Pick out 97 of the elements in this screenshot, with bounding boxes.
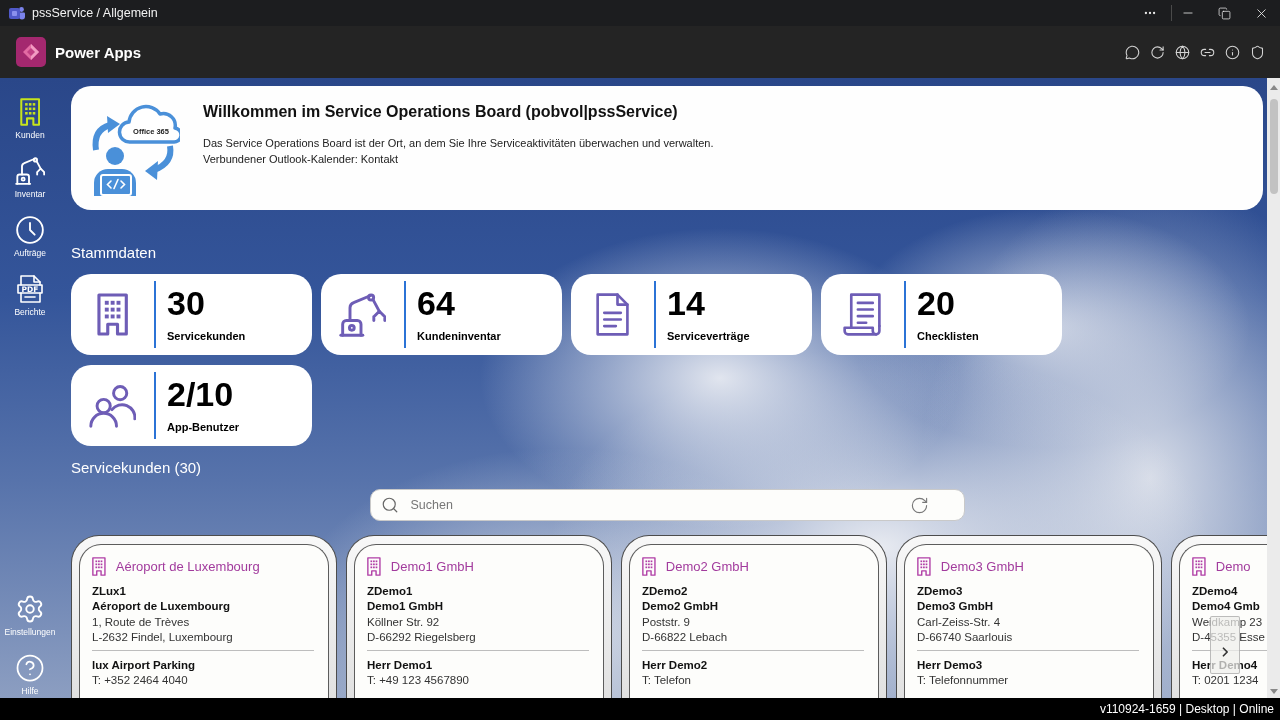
sidebar-item[interactable]: Aufträge xyxy=(13,215,47,258)
welcome-text: Das Service Operations Board ist der Ort, an dem Sie Ihre Serviceaktivitäten überwachen und verwalten. xyxy=(203,136,714,151)
phone-number: T: 0201 1234 xyxy=(1192,673,1259,689)
chat-icon[interactable] xyxy=(1125,44,1140,60)
city-address: D-45355 Esse xyxy=(1192,629,1265,645)
customer-code: ZDemo3 xyxy=(917,584,963,599)
stat-tile[interactable]: 30 Servicekunden xyxy=(71,274,312,355)
building-icon xyxy=(917,556,931,576)
company-name: Demo4 Gmb xyxy=(1192,599,1260,615)
window-app-icon xyxy=(9,6,25,20)
globe-icon[interactable] xyxy=(1175,44,1190,60)
building-icon xyxy=(367,556,381,576)
info-icon[interactable] xyxy=(1225,44,1240,60)
customer-code: ZDemo2 xyxy=(642,584,688,599)
scroll-down-icon[interactable] xyxy=(1269,689,1278,694)
search-field[interactable]: Suchen xyxy=(369,489,965,521)
welcome-title: Willkommen im Service Operations Board (pobvol|pssService) xyxy=(203,102,679,122)
street-address: 1, Route de Trèves xyxy=(92,614,190,630)
customer-name: Demo2 GmbH xyxy=(665,558,749,574)
street-address: Weidkamp 23 xyxy=(1192,614,1263,630)
tile-label: Serviceverträge xyxy=(667,330,750,343)
contact-name: Herr Demo2 xyxy=(642,658,708,674)
section-heading: Servicekunden (30) xyxy=(71,459,202,477)
stat-tile[interactable]: 20 Checklisten xyxy=(821,274,1062,355)
city-address: D-66740 Saarlouis xyxy=(917,629,1013,645)
contact-name: lux Airport Parking xyxy=(92,658,196,674)
street-address: Carl-Zeiss-Str. 4 xyxy=(917,614,1001,630)
scroll-icon xyxy=(842,293,883,336)
tile-label: App-Benutzer xyxy=(167,421,240,434)
refresh-icon[interactable] xyxy=(909,495,929,515)
stat-tile[interactable]: 64 Kundeninventar xyxy=(321,274,562,355)
stat-tile[interactable]: 2/10 App-Benutzer xyxy=(71,365,312,446)
restore-icon[interactable] xyxy=(1218,6,1231,20)
window-title: pssService / Allgemein xyxy=(32,6,158,20)
robot-arm-icon xyxy=(338,292,387,337)
contact-name: Herr Demo1 xyxy=(367,658,433,674)
refresh-icon[interactable] xyxy=(1150,44,1165,60)
company-name: Demo1 GmbH xyxy=(367,599,444,615)
sidebar-item[interactable]: Inventar xyxy=(14,156,46,199)
help-icon xyxy=(15,653,45,683)
phone-number: T: +49 123 4567890 xyxy=(367,673,469,689)
tile-label: Kundeninventar xyxy=(417,330,501,343)
section-heading: Stammdaten xyxy=(71,244,157,262)
diamond-logo-icon xyxy=(16,37,46,67)
building-icon xyxy=(92,556,106,576)
tile-value: 14 xyxy=(667,286,705,320)
users-icon xyxy=(88,383,137,428)
customer-name: Demo1 GmbH xyxy=(390,558,474,574)
customer-name: Aéroport de Luxembourg xyxy=(115,558,260,574)
search-icon xyxy=(380,496,399,514)
customer-card[interactable]: Demo1 GmbH ZDemo1 Demo1 GmbH Köllner Str. 92 D-66292 Riegelsberg Herr Demo1 T: +49 123 4567890 xyxy=(346,535,612,698)
street-address: Poststr. 9 xyxy=(642,614,690,630)
contact-name: Herr Demo3 xyxy=(917,658,983,674)
scroll-up-icon[interactable] xyxy=(1269,85,1278,90)
welcome-text: Verbundener Outlook-Kalender: Kontakt xyxy=(203,152,400,167)
company-name: Demo2 GmbH xyxy=(642,599,719,615)
company-name: Demo3 GmbH xyxy=(917,599,994,615)
phone-number: T: Telefonnummer xyxy=(917,673,1009,689)
city-address: D-66822 Lebach xyxy=(642,629,728,645)
company-name: Aéroport de Luxembourg xyxy=(92,599,230,615)
customer-card[interactable]: Demo2 GmbH ZDemo2 Demo2 GmbH Poststr. 9 D-66822 Lebach Herr Demo2 T: Telefon xyxy=(621,535,887,698)
search-input[interactable]: Suchen xyxy=(410,495,898,515)
status-text: v110924-1659 | Desktop | Online xyxy=(1099,702,1274,716)
customer-code: ZDemo4 xyxy=(1192,584,1238,599)
customer-name: Demo xyxy=(1215,558,1251,574)
stat-tile[interactable]: 14 Serviceverträge xyxy=(571,274,812,355)
tile-value: 2/10 xyxy=(167,377,234,411)
phone-number: T: +352 2464 4040 xyxy=(92,673,188,689)
sidebar-item[interactable]: Kunden xyxy=(15,97,45,140)
document-icon xyxy=(595,293,630,336)
app-title: Power Apps xyxy=(55,43,142,61)
chevron-right-icon xyxy=(1221,647,1229,657)
contact-name: Herr Demo4 xyxy=(1192,658,1258,674)
scrollbar-thumb[interactable] xyxy=(1269,99,1278,194)
building-icon xyxy=(1192,556,1206,576)
city-address: D-66292 Riegelsberg xyxy=(367,629,476,645)
building-icon xyxy=(96,293,129,336)
tile-value: 20 xyxy=(917,286,955,320)
customer-card[interactable]: Aéroport de Luxembourg ZLux1 Aéroport de Luxembourg 1, Route de Trèves L-2632 Findel, Luxembourg lux Airport Parking T: +352 2464 4040 xyxy=(71,535,337,698)
robot-arm-icon xyxy=(14,157,46,185)
city-address: L-2632 Findel, Luxembourg xyxy=(92,629,233,645)
tile-label: Checklisten xyxy=(917,330,979,343)
tile-value: 64 xyxy=(417,286,455,320)
settings-icon xyxy=(15,594,45,624)
tile-value: 30 xyxy=(167,286,205,320)
building-icon xyxy=(19,98,41,126)
customer-name: Demo3 GmbH xyxy=(940,558,1024,574)
scrollbar[interactable] xyxy=(1267,78,1280,698)
shield-icon[interactable] xyxy=(1250,44,1265,60)
customer-card[interactable]: Demo3 GmbH ZDemo3 Demo3 GmbH Carl-Zeiss-Str. 4 D-66740 Saarlouis Herr Demo3 T: Telefonnummer xyxy=(896,535,1162,698)
customer-code: ZLux1 xyxy=(92,584,126,599)
street-address: Köllner Str. 92 xyxy=(367,614,440,630)
clock-icon xyxy=(16,216,44,244)
phone-number: T: Telefon xyxy=(642,673,691,689)
customer-code: ZDemo1 xyxy=(367,584,413,599)
building-icon xyxy=(642,556,656,576)
tile-label: Servicekunden xyxy=(167,330,246,343)
